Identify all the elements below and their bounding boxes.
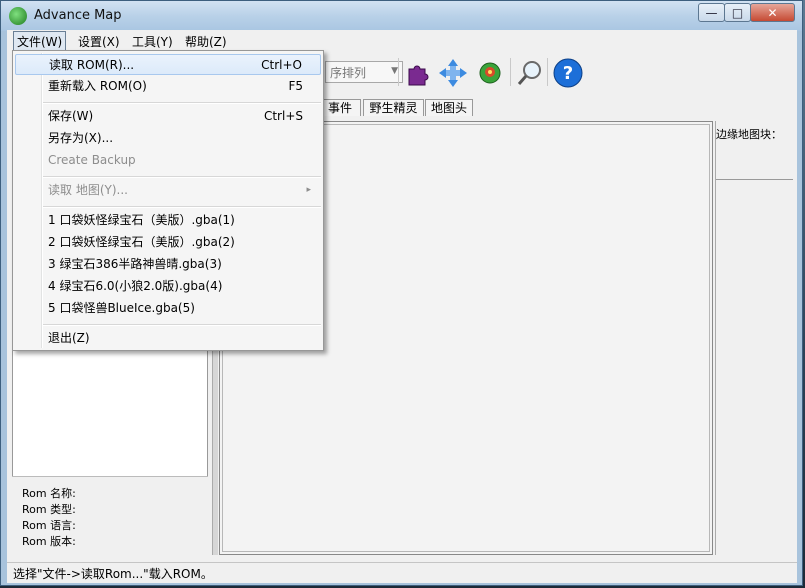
splitter[interactable] — [212, 345, 218, 555]
eye-monster-icon[interactable] — [475, 58, 505, 88]
menu-separator — [43, 324, 321, 326]
border-blocks-label: 边缘地图块： — [716, 128, 782, 141]
menu-item-label: 另存为(X)... — [48, 131, 114, 145]
menu-item-label: 重新载入 ROM(O) — [48, 79, 147, 93]
tab-map-header[interactable]: 地图头 — [425, 99, 473, 116]
toolbar-separator — [547, 58, 548, 86]
status-bar: 选择"文件->读取Rom..."载入ROM。 — [7, 562, 797, 583]
window-title: Advance Map — [34, 8, 122, 23]
menu-item-label: 退出(Z) — [48, 331, 90, 345]
menu-item-exit[interactable]: 退出(Z) — [15, 328, 321, 349]
tab-events[interactable]: 事件 — [319, 99, 361, 116]
menu-item-recent-5[interactable]: 5 口袋怪兽BlueIce.gba(5) — [15, 298, 321, 319]
menu-item-label: 3 绿宝石386半路神兽晴.gba(3) — [48, 257, 222, 271]
menu-item-shortcut: Ctrl+O — [261, 58, 302, 72]
menu-help[interactable]: 帮助(Z) — [182, 32, 230, 51]
app-icon — [9, 7, 27, 25]
menu-item-label: 保存(W) — [48, 109, 94, 123]
status-text: 选择"文件->读取Rom..."载入ROM。 — [13, 567, 213, 581]
help-glyph: ? — [563, 63, 573, 84]
menu-settings[interactable]: 设置(X) — [75, 32, 123, 51]
menu-bar: 文件(W) 设置(X) 工具(Y) 帮助(Z) — [7, 30, 797, 52]
menu-tools[interactable]: 工具(Y) — [129, 32, 176, 51]
sort-combo[interactable]: 序排列 ▼ — [325, 61, 403, 83]
divider — [716, 179, 793, 180]
menu-item-label: 5 口袋怪兽BlueIce.gba(5) — [48, 301, 195, 315]
menu-item-recent-2[interactable]: 2 口袋妖怪绿宝石（美版）.gba(2) — [15, 232, 321, 253]
rom-version-label: Rom 版本: — [22, 535, 76, 548]
submenu-arrow-icon: ▸ — [306, 185, 311, 195]
title-bar[interactable]: Advance Map — □ ✕ — [1, 1, 802, 31]
border-blocks-panel: 边缘地图块： — [715, 121, 793, 555]
menu-separator — [43, 176, 321, 178]
close-button[interactable]: ✕ — [750, 3, 795, 22]
rom-type-label: Rom 类型: — [22, 503, 76, 516]
magnifier-icon[interactable] — [515, 58, 545, 88]
menu-item-recent-4[interactable]: 4 绿宝石6.0(小狼2.0版).gba(4) — [15, 276, 321, 297]
menu-item-load-map: 读取 地图(Y)... ▸ — [15, 180, 321, 201]
maximize-button[interactable]: □ — [724, 3, 751, 22]
minimize-button[interactable]: — — [698, 3, 725, 22]
menu-item-shortcut: Ctrl+S — [263, 109, 303, 123]
menu-file[interactable]: 文件(W) — [13, 31, 67, 52]
menu-item-label: 4 绿宝石6.0(小狼2.0版).gba(4) — [48, 279, 223, 293]
rom-name-label: Rom 名称: — [22, 487, 76, 500]
menu-item-label: 1 口袋妖怪绿宝石（美版）.gba(1) — [48, 213, 235, 227]
move-arrows-icon[interactable] — [438, 58, 468, 88]
menu-item-label: 2 口袋妖怪绿宝石（美版）.gba(2) — [48, 235, 235, 249]
menu-item-create-backup: Create Backup — [15, 150, 321, 171]
menu-separator — [43, 102, 321, 104]
menu-item-save[interactable]: 保存(W) Ctrl+S — [15, 106, 321, 127]
menu-separator — [43, 206, 321, 208]
menu-item-recent-1[interactable]: 1 口袋妖怪绿宝石（美版）.gba(1) — [15, 210, 321, 231]
toolbar-separator — [398, 58, 399, 86]
help-icon[interactable]: ? — [553, 58, 583, 88]
toolbar-separator — [510, 58, 511, 86]
menu-item-shortcut: F5 — [288, 79, 303, 93]
menu-item-recent-3[interactable]: 3 绿宝石386半路神兽晴.gba(3) — [15, 254, 321, 275]
tab-wild-pokemon[interactable]: 野生精灵 — [363, 99, 424, 116]
menu-item-label: 读取 地图(Y)... — [48, 183, 128, 197]
menu-item-open-rom[interactable]: 读取 ROM(R)... Ctrl+O — [15, 54, 321, 75]
puzzle-icon[interactable] — [404, 58, 434, 88]
menu-item-reload-rom[interactable]: 重新载入 ROM(O) F5 — [15, 76, 321, 97]
rom-language-label: Rom 语言: — [22, 519, 76, 532]
chevron-down-icon: ▼ — [391, 66, 398, 76]
sort-combo-value: 序排列 — [330, 66, 367, 80]
rom-info-panel: Rom 名称: Rom 类型: Rom 语言: Rom 版本: — [12, 476, 208, 559]
file-menu-dropdown: 读取 ROM(R)... Ctrl+O 重新载入 ROM(O) F5 保存(W)… — [12, 50, 324, 351]
menu-item-save-as[interactable]: 另存为(X)... — [15, 128, 321, 149]
menu-item-label: 读取 ROM(R)... — [49, 58, 135, 72]
menu-item-label: Create Backup — [48, 153, 136, 167]
